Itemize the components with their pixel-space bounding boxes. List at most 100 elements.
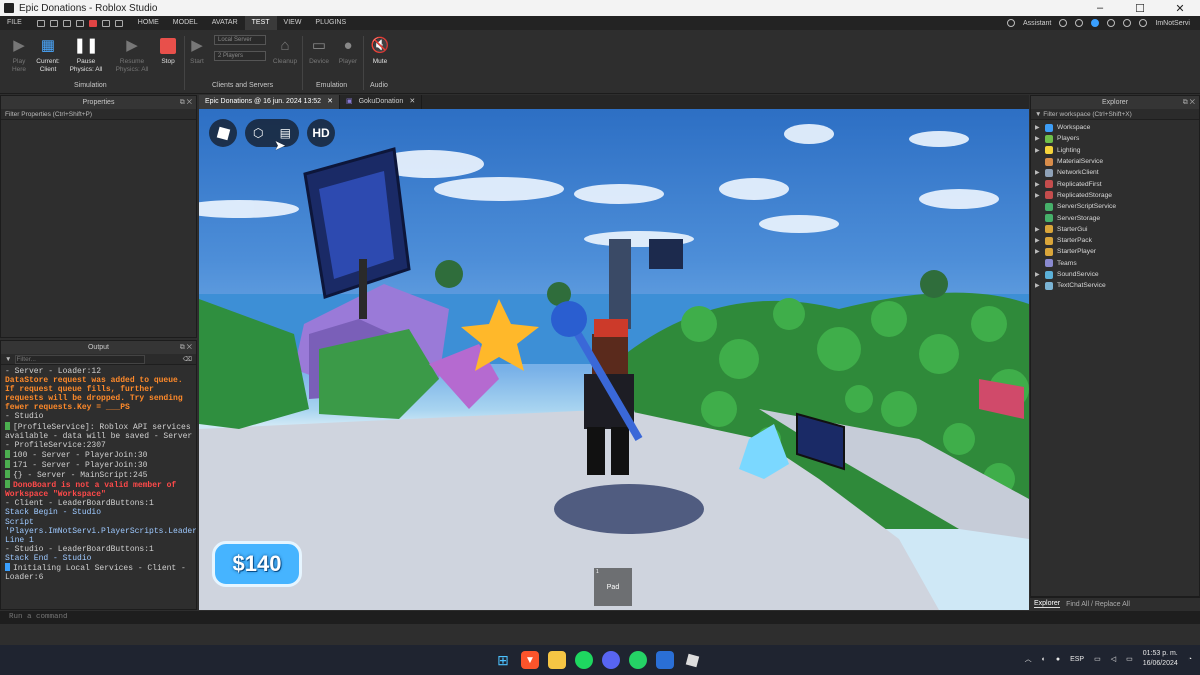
mute-button[interactable]: 🔇 Mute <box>361 35 399 66</box>
expand-arrow-icon[interactable]: ▶ <box>1035 226 1045 233</box>
notifications-icon[interactable] <box>1059 19 1068 27</box>
tab-test[interactable]: TEST <box>244 16 277 30</box>
explorer-item-players[interactable]: ▶ Players <box>1031 133 1199 144</box>
file-menu[interactable]: FILE <box>0 16 29 30</box>
explorer-item-starterpack[interactable]: ▶ StarterPack <box>1031 235 1199 246</box>
output-line: [ProfileService]: Roblox API services av… <box>5 421 194 450</box>
headset-icon[interactable]: ◐ <box>1042 656 1046 663</box>
windows-start-icon[interactable]: ⊞ <box>494 651 512 669</box>
properties-filter[interactable]: Filter Properties (Ctrl+Shift+P) <box>1 109 196 120</box>
panel-close-icon[interactable]: ⧉ ✕ <box>180 96 192 109</box>
filter-icon[interactable]: ▼ <box>5 354 11 365</box>
spotify-icon[interactable] <box>575 651 593 669</box>
undo-icon[interactable] <box>101 19 110 27</box>
explorer-item-networkclient[interactable]: ▶ NetworkClient <box>1031 167 1199 178</box>
roblox-menu-button[interactable] <box>209 119 237 147</box>
stop-quick-icon[interactable] <box>88 19 97 27</box>
brave-browser-icon[interactable]: ▼ <box>521 651 539 669</box>
tab-view[interactable]: VIEW <box>277 16 309 30</box>
play-quick-icon[interactable] <box>75 19 84 27</box>
close-tab-icon[interactable]: ✕ <box>409 95 415 109</box>
panel-close-icon[interactable]: ⧉ ✕ <box>1183 96 1195 109</box>
explorer-item-starterplayer[interactable]: ▶ StarterPlayer <box>1031 246 1199 257</box>
server-type-select[interactable]: Local Server <box>214 35 266 45</box>
redo-icon[interactable] <box>114 19 123 27</box>
roblox-player-taskbar-icon[interactable] <box>683 651 701 669</box>
start-button[interactable]: ▶ Start <box>178 35 216 66</box>
explorer-item-serverstorage[interactable]: ServerStorage <box>1031 212 1199 223</box>
explorer-item-serverscriptservice[interactable]: ServerScriptService <box>1031 201 1199 212</box>
cloud-icon[interactable] <box>1091 19 1100 27</box>
help-icon[interactable] <box>1107 19 1116 27</box>
mic-icon[interactable]: ● <box>1056 656 1060 663</box>
tab-home[interactable]: HOME <box>131 16 166 30</box>
explorer-item-workspace[interactable]: ▶ Workspace <box>1031 122 1199 133</box>
resume-physics-button[interactable]: ▶ Resume Physics: All <box>113 35 151 74</box>
network-icon[interactable]: ▭ <box>1094 655 1101 663</box>
pause-physics-button[interactable]: ❚❚ Pause Physics: All <box>67 35 105 74</box>
discord-icon[interactable] <box>602 651 620 669</box>
chevron-up-icon[interactable]: ︿ <box>1025 654 1032 664</box>
explorer-item-replicatedstorage[interactable]: ▶ ReplicatedStorage <box>1031 190 1199 201</box>
output-marker-icon <box>5 480 10 489</box>
backpack-icon[interactable]: ⬡ <box>253 126 263 140</box>
explorer-item-textchatservice[interactable]: ▶ TextChatService <box>1031 280 1199 291</box>
tab-model[interactable]: MODEL <box>166 16 205 30</box>
settings-icon[interactable] <box>1123 19 1132 27</box>
money-display: $140 <box>212 541 302 587</box>
language-indicator[interactable]: ESP <box>1070 656 1084 663</box>
cleanup-button[interactable]: ⌂ Cleanup <box>266 35 304 66</box>
expand-arrow-icon[interactable]: ▶ <box>1035 124 1045 131</box>
explorer-item-startergui[interactable]: ▶ StarterGui <box>1031 224 1199 235</box>
battery-icon[interactable]: ▭ <box>1126 655 1133 663</box>
clear-output-icon[interactable]: ⌫ <box>183 354 196 365</box>
service-icon <box>1045 214 1053 223</box>
save-icon[interactable] <box>62 19 71 27</box>
expand-arrow-icon[interactable]: ▶ <box>1035 135 1045 142</box>
minimize-button[interactable]: – <box>1080 2 1120 15</box>
assistant-button[interactable]: Assistant <box>1023 20 1051 27</box>
file-explorer-icon[interactable] <box>548 651 566 669</box>
expand-arrow-icon[interactable]: ▶ <box>1035 282 1045 289</box>
game-viewport[interactable]: ⬡ ▤ HD ➤ $140 1 Pad <box>199 109 1029 610</box>
expand-arrow-icon[interactable]: ▶ <box>1035 169 1045 176</box>
hd-button[interactable]: HD <box>307 119 335 147</box>
tab-goku-donation[interactable]: ▣ GokuDonation ✕ <box>340 95 423 109</box>
current-client-button[interactable]: ▦ Current: Client <box>29 35 67 74</box>
tab-epic-donations[interactable]: Epic Donations @ 16 jun. 2024 13:52 ✕ <box>199 95 340 109</box>
expand-arrow-icon[interactable]: ▶ <box>1035 248 1045 255</box>
share-icon[interactable] <box>1075 19 1084 27</box>
expand-arrow-icon[interactable]: ▶ <box>1035 181 1045 188</box>
expand-arrow-icon[interactable]: ▶ <box>1035 237 1045 244</box>
close-tab-icon[interactable]: ✕ <box>327 95 333 109</box>
explorer-item-lighting[interactable]: ▶ Lighting <box>1031 145 1199 156</box>
explorer-item-teams[interactable]: Teams <box>1031 258 1199 269</box>
tab-avatar[interactable]: AVATAR <box>205 16 245 30</box>
close-window-button[interactable]: ✕ <box>1160 2 1200 15</box>
explorer-filter[interactable]: ▼ Filter workspace (Ctrl+Shift+X) <box>1031 109 1199 120</box>
avatar[interactable] <box>1139 19 1148 27</box>
tab-find-replace[interactable]: Find All / Replace All <box>1066 601 1130 608</box>
username[interactable]: ImNotServi <box>1155 20 1190 27</box>
explorer-item-replicatedfirst[interactable]: ▶ ReplicatedFirst <box>1031 178 1199 189</box>
notification-bell-icon[interactable]: ◔ <box>1188 656 1192 663</box>
expand-arrow-icon[interactable]: ▶ <box>1035 271 1045 278</box>
roblox-studio-taskbar-icon[interactable] <box>656 651 674 669</box>
volume-icon[interactable]: ◁ <box>1111 655 1116 663</box>
open-file-icon[interactable] <box>49 19 58 27</box>
players-count-select[interactable]: 2 Players <box>214 51 266 61</box>
tab-plugins[interactable]: PLUGINS <box>308 16 353 30</box>
whatsapp-icon[interactable] <box>629 651 647 669</box>
pad-button[interactable]: 1 Pad <box>594 568 632 606</box>
maximize-button[interactable]: ☐ <box>1120 2 1160 15</box>
panel-close-icon[interactable]: ⧉ ✕ <box>180 341 192 354</box>
output-filter-input[interactable] <box>15 354 146 364</box>
new-file-icon[interactable] <box>36 19 45 27</box>
expand-arrow-icon[interactable]: ▶ <box>1035 147 1045 154</box>
expand-arrow-icon[interactable]: ▶ <box>1035 192 1045 199</box>
clock[interactable]: 01:53 p. m. 16/06/2024 <box>1143 649 1178 669</box>
command-input[interactable] <box>9 613 409 621</box>
explorer-item-soundservice[interactable]: ▶ SoundService <box>1031 269 1199 280</box>
explorer-item-materialservice[interactable]: MaterialService <box>1031 156 1199 167</box>
tab-explorer[interactable]: Explorer <box>1034 600 1061 608</box>
